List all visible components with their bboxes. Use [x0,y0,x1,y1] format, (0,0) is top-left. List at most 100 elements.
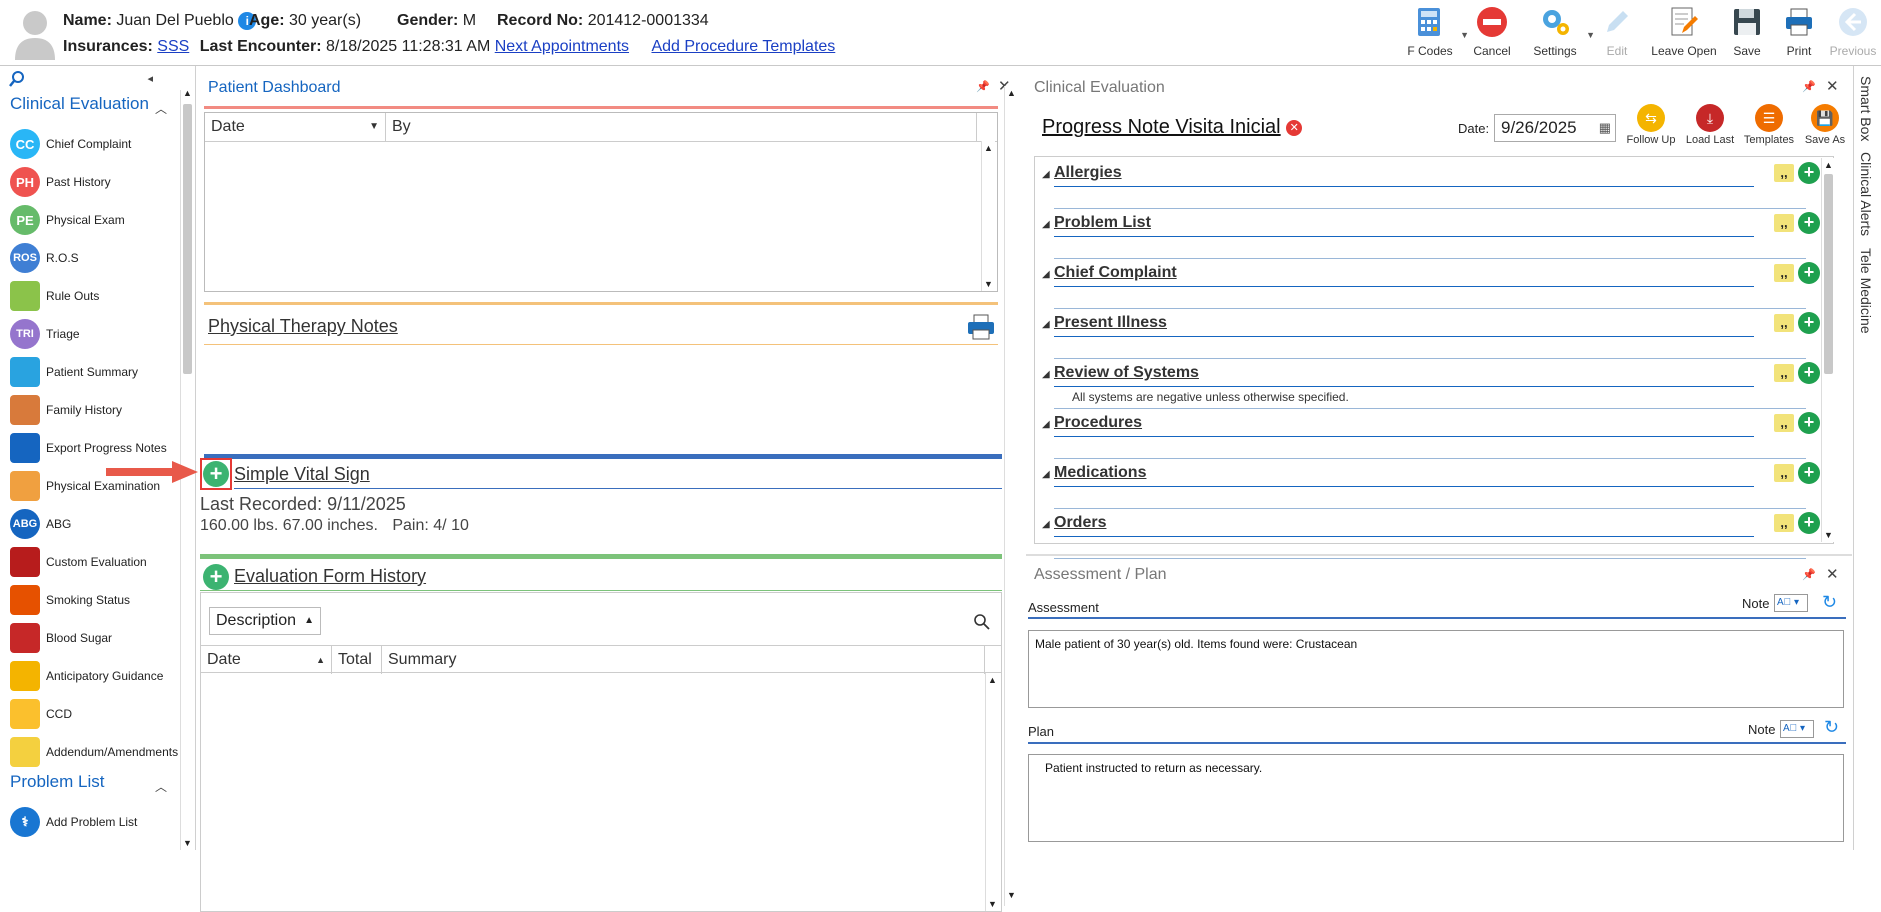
quote-icon[interactable]: ,, [1774,364,1794,382]
pin-icon[interactable]: 📌 [976,80,990,93]
scroll-down-icon[interactable]: ▼ [988,899,997,909]
nav-item-anticipatory-guidance[interactable]: Anticipatory Guidance [10,660,170,692]
date-input[interactable]: 9/26/2025 ▦ [1494,114,1616,142]
edit-button[interactable]: Edit [1587,4,1647,64]
column-header-date[interactable]: Date ▼ [205,113,386,141]
grid-scrollbar[interactable]: ▲ ▼ [981,141,995,291]
refresh-icon[interactable]: ↻ [1824,717,1839,738]
add-section-button[interactable]: + [1798,362,1820,384]
search-icon[interactable] [973,613,991,631]
plan-textarea[interactable]: Patient instructed to return as necessar… [1028,754,1844,842]
add-section-button[interactable]: + [1798,512,1820,534]
description-select[interactable]: Description ▲ [209,607,321,635]
refresh-icon[interactable]: ↻ [1822,592,1837,613]
calendar-icon[interactable]: ▦ [1599,115,1611,141]
settings-button[interactable]: Settings ▼ [1523,4,1595,64]
section-title[interactable]: Procedures [1054,414,1142,432]
save-button[interactable]: Save [1721,4,1773,64]
quote-icon[interactable]: ,, [1774,514,1794,532]
clinical-evaluation-header[interactable]: Clinical Evaluation [10,94,149,114]
nav-item-custom-evaluation[interactable]: Custom Evaluation [10,546,170,578]
pin-icon[interactable]: 📌 [1802,80,1816,93]
nav-item-chief-complaint[interactable]: CC Chief Complaint [10,128,170,160]
add-section-button[interactable]: + [1798,462,1820,484]
problem-list-header[interactable]: Problem List [10,772,104,792]
scroll-up-icon[interactable]: ▲ [988,675,997,685]
leave-open-button[interactable]: Leave Open [1647,4,1721,64]
section-title[interactable]: Problem List [1054,214,1151,232]
scroll-down-icon[interactable]: ▼ [183,838,192,848]
follow-up-button[interactable]: ⇆ Follow Up [1622,104,1680,146]
f-codes-button[interactable]: F Codes ▼ [1399,4,1469,64]
tab-tele-medicine[interactable]: Tele Medicine [1858,248,1874,334]
collapse-triangle-icon[interactable]: ◢ [1042,419,1050,430]
add-vital-sign-button[interactable]: + [203,461,229,487]
collapse-triangle-icon[interactable]: ◢ [1042,319,1050,330]
collapse-panel-icon[interactable]: ◂ [147,72,153,85]
print-button[interactable]: Print [1773,4,1825,64]
column-header-total[interactable]: Total [332,646,382,674]
evaluation-form-history-title[interactable]: Evaluation Form History [234,566,426,587]
tab-smart-box[interactable]: Smart Box [1858,76,1874,141]
add-section-button[interactable]: + [1798,262,1820,284]
column-header-by[interactable]: By [386,113,977,141]
nav-item-abg[interactable]: ABG ABG [10,508,170,540]
quote-icon[interactable]: ,, [1774,164,1794,182]
chevron-up-icon[interactable]: ︿ [155,778,167,795]
quote-icon[interactable]: ,, [1774,414,1794,432]
insurance-link[interactable]: SSS [157,38,189,55]
add-section-button[interactable]: + [1798,312,1820,334]
collapse-triangle-icon[interactable]: ◢ [1042,519,1050,530]
next-appointments-link[interactable]: Next Appointments [495,38,629,55]
nav-item-rule-outs[interactable]: Rule Outs [10,280,170,312]
scroll-up-icon[interactable]: ▲ [1824,160,1833,170]
nav-item-physical-exam[interactable]: PE Physical Exam [10,204,170,236]
quote-icon[interactable]: ,, [1774,214,1794,232]
quote-icon[interactable]: ,, [1774,264,1794,282]
add-evaluation-form-button[interactable]: + [203,564,229,590]
history-scrollbar[interactable]: ▲ ▼ [985,673,999,911]
scroll-up-icon[interactable]: ▲ [1007,88,1016,98]
nav-item-smoking-status[interactable]: Smoking Status [10,584,170,616]
quote-icon[interactable]: ,, [1774,464,1794,482]
section-title[interactable]: Orders [1054,514,1106,532]
scroll-up-icon[interactable]: ▲ [183,88,192,98]
nav-item-add-problem-list[interactable]: ⚕ Add Problem List [10,806,170,838]
nav-item-blood-sugar[interactable]: Blood Sugar [10,622,170,654]
pin-icon[interactable]: 📌 [1802,568,1816,581]
section-title[interactable]: Chief Complaint [1054,264,1177,282]
column-header-date[interactable]: Date ▲ [201,646,332,674]
save-as-button[interactable]: 💾 Save As [1796,104,1854,146]
nav-item-patient-summary[interactable]: Patient Summary [10,356,170,388]
collapse-triangle-icon[interactable]: ◢ [1042,169,1050,180]
close-icon[interactable]: ✕ [1826,565,1839,583]
nav-item-family-history[interactable]: Family History [10,394,170,426]
dashboard-scrollbar[interactable]: ▲ ▼ [1004,86,1018,906]
load-last-button[interactable]: ⤓ Load Last [1681,104,1739,146]
scroll-down-icon[interactable]: ▼ [1824,530,1833,540]
templates-button[interactable]: ☰ Templates [1740,104,1798,146]
add-section-button[interactable]: + [1798,162,1820,184]
add-section-button[interactable]: + [1798,412,1820,434]
scroll-down-icon[interactable]: ▼ [1007,890,1016,900]
collapse-triangle-icon[interactable]: ◢ [1042,269,1050,280]
collapse-triangle-icon[interactable]: ◢ [1042,369,1050,380]
physical-therapy-notes-title[interactable]: Physical Therapy Notes [208,316,398,337]
section-title[interactable]: Medications [1054,464,1146,482]
collapse-triangle-icon[interactable]: ◢ [1042,469,1050,480]
add-section-button[interactable]: + [1798,212,1820,234]
section-title[interactable]: Allergies [1054,164,1122,182]
chevron-down-icon[interactable]: ▼ [369,113,379,141]
scroll-up-icon[interactable]: ▲ [984,143,993,153]
previous-button[interactable]: Previous [1825,4,1881,64]
nav-item-addendum-amendments[interactable]: Addendum/Amendments [10,736,178,768]
scroll-down-icon[interactable]: ▼ [984,279,993,289]
simple-vital-sign-title[interactable]: Simple Vital Sign [234,464,370,485]
collapse-triangle-icon[interactable]: ◢ [1042,219,1050,230]
nav-item-r-o-s[interactable]: ROS R.O.S [10,242,170,274]
assessment-textarea[interactable]: Male patient of 30 year(s) old. Items fo… [1028,630,1844,708]
quote-icon[interactable]: ,, [1774,314,1794,332]
font-style-dropdown[interactable]: A⃞ ▾ [1774,594,1808,612]
printer-icon[interactable] [966,312,996,342]
add-procedure-templates-link[interactable]: Add Procedure Templates [651,38,835,55]
